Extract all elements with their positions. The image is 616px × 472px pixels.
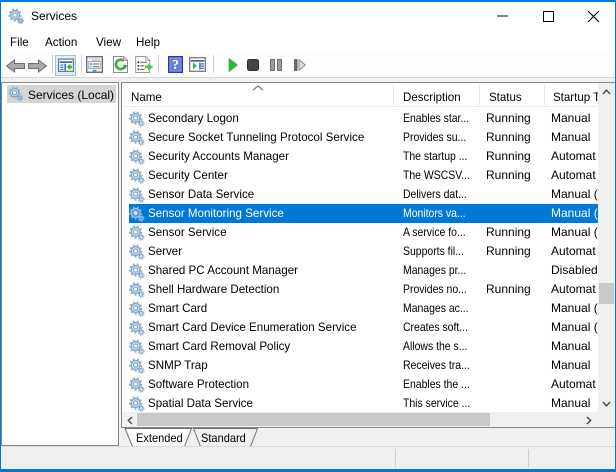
svg-text:?: ?: [172, 58, 179, 73]
